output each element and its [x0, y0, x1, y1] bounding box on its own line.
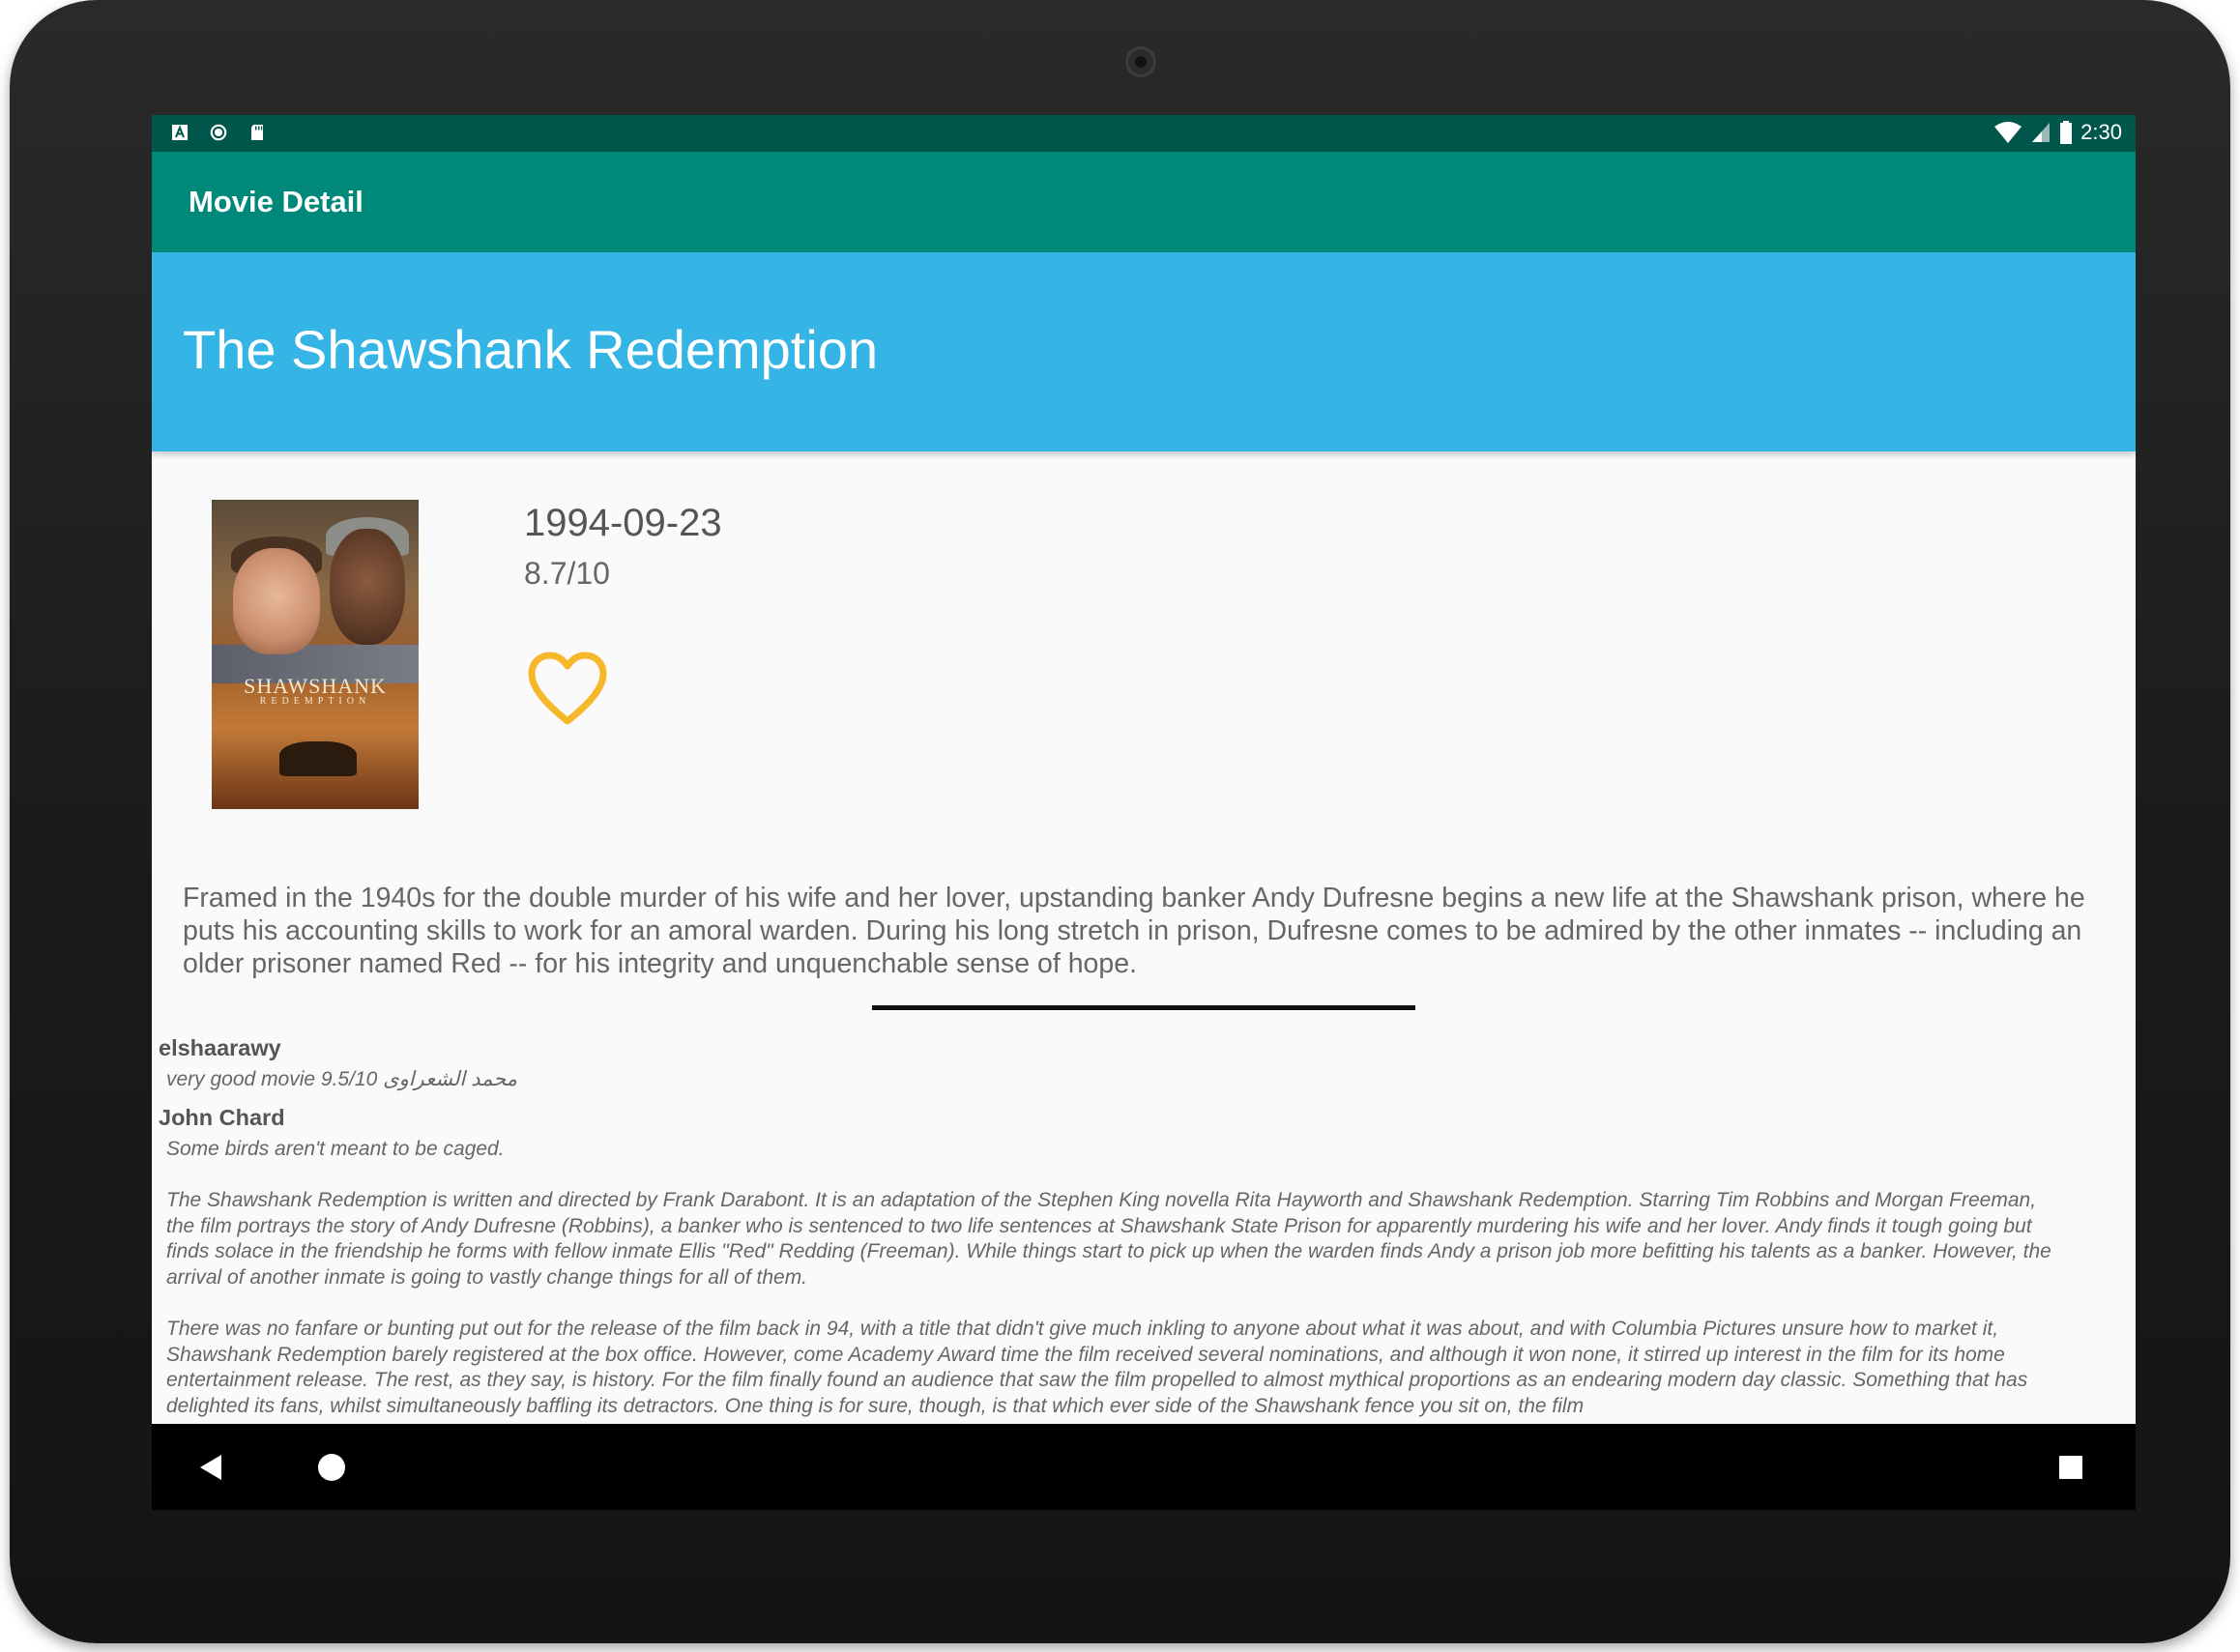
status-clock: 2:30: [2080, 120, 2122, 144]
tablet-frame: 2:30 Movie Detail The Shawshank Redempti…: [10, 0, 2230, 1643]
battery-icon: [2060, 121, 2073, 144]
status-bar: 2:30: [152, 115, 2136, 152]
camera-icon: [1125, 46, 1156, 77]
review-author: John Chard: [159, 1104, 285, 1130]
review-paragraph: The Shawshank Redemption is written and …: [166, 1189, 2057, 1289]
poster-subtitle-text: REDEMPTION: [259, 696, 371, 707]
movie-title-banner: The Shawshank Redemption: [152, 252, 2136, 451]
review-paragraph: There was no fanfare or bunting put out …: [166, 1318, 2034, 1417]
movie-poster: SHAWSHANK REDEMPTION: [212, 500, 419, 809]
device-screen: 2:30 Movie Detail The Shawshank Redempti…: [152, 115, 2136, 1510]
back-triangle-icon[interactable]: [196, 1453, 225, 1482]
navigation-bar: [152, 1424, 2136, 1510]
heart-outline-icon: [528, 652, 607, 725]
a-icon: [172, 125, 188, 140]
section-divider: [872, 1005, 1415, 1010]
review-item: John Chard Some birds aren't meant to be…: [159, 1105, 2131, 1420]
review-paragraph: Some birds aren't meant to be caged.: [166, 1137, 505, 1160]
release-date: 1994-09-23: [524, 502, 722, 544]
home-circle-icon[interactable]: [317, 1453, 346, 1482]
review-content: very good movie 9.5/10 محمد الشعراوى: [166, 1067, 2061, 1093]
recents-square-icon[interactable]: [2058, 1455, 2083, 1480]
wifi-icon: [1994, 122, 2022, 143]
app-bar-title: Movie Detail: [189, 185, 364, 218]
favorite-button[interactable]: [526, 651, 609, 728]
sync-icon: [210, 124, 227, 141]
movie-overview: Framed in the 1940s for the double murde…: [183, 883, 2085, 979]
review-paragraph: very good movie 9.5/10 محمد الشعراوى: [166, 1068, 518, 1090]
reviews-list: elshaarawy very good movie 9.5/10 محمد ا…: [159, 1035, 2131, 1445]
signal-icon: [2032, 123, 2051, 142]
rating: 8.7/10: [524, 556, 610, 591]
sd-card-icon: [251, 125, 263, 140]
review-author: elshaarawy: [159, 1035, 281, 1060]
app-bar: Movie Detail: [152, 152, 2136, 252]
movie-title: The Shawshank Redemption: [183, 319, 879, 380]
review-content: Some birds aren't meant to be caged. The…: [166, 1137, 2061, 1420]
review-item: elshaarawy very good movie 9.5/10 محمد ا…: [159, 1035, 2131, 1093]
